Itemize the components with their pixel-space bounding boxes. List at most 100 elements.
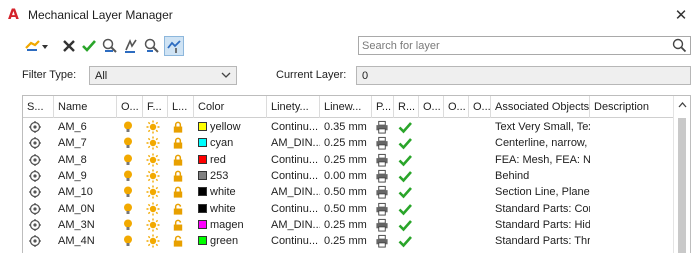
sun-icon[interactable] bbox=[146, 218, 160, 232]
layer-color[interactable]: magen bbox=[194, 217, 267, 234]
new-layer-button[interactable] bbox=[24, 36, 50, 56]
layer-lineweight[interactable]: 0.25 mm bbox=[320, 233, 372, 250]
printer-icon[interactable] bbox=[375, 136, 389, 150]
layer-color[interactable]: white bbox=[194, 201, 267, 218]
checkmark-icon[interactable] bbox=[398, 218, 412, 232]
layer-color[interactable]: green bbox=[194, 233, 267, 250]
column-header[interactable]: F... bbox=[143, 96, 168, 118]
layer-tool-1-button[interactable] bbox=[101, 36, 119, 56]
checkmark-icon[interactable] bbox=[398, 136, 412, 150]
layer-tool-3-button[interactable] bbox=[143, 36, 161, 56]
layer-status-icon[interactable] bbox=[28, 202, 42, 216]
filter-type-select[interactable]: All bbox=[89, 66, 237, 85]
table-row[interactable]: AM_4N green Continu... 0.25 mm Standard Part… bbox=[23, 233, 690, 250]
search-input[interactable] bbox=[362, 39, 662, 52]
layer-linetype[interactable]: AM_DIN... bbox=[267, 184, 320, 201]
checkmark-icon[interactable] bbox=[398, 234, 412, 248]
column-header[interactable]: Linety... bbox=[267, 96, 320, 118]
layer-lineweight[interactable]: 0.50 mm bbox=[320, 201, 372, 218]
column-header[interactable]: L... bbox=[168, 96, 194, 118]
layer-linetype[interactable]: AM_DIN... bbox=[267, 217, 320, 234]
column-header[interactable]: Linew... bbox=[320, 96, 372, 118]
column-header[interactable]: S... bbox=[23, 96, 54, 118]
layer-color[interactable]: white bbox=[194, 184, 267, 201]
layer-status-icon[interactable] bbox=[28, 153, 42, 167]
sun-icon[interactable] bbox=[146, 153, 160, 167]
layer-color[interactable]: red bbox=[194, 152, 267, 169]
layer-status-icon[interactable] bbox=[28, 185, 42, 199]
sun-icon[interactable] bbox=[146, 120, 160, 134]
checkmark-icon[interactable] bbox=[398, 120, 412, 134]
table-row[interactable]: AM_6 yellow Continu... 0.35 mm Text Very Sma… bbox=[23, 119, 690, 136]
column-header[interactable]: O... bbox=[444, 96, 469, 118]
layer-linetype[interactable]: Continu... bbox=[267, 168, 320, 185]
scroll-up-icon[interactable] bbox=[678, 102, 687, 108]
lock-icon[interactable] bbox=[171, 169, 185, 183]
printer-icon[interactable] bbox=[375, 218, 389, 232]
printer-icon[interactable] bbox=[375, 153, 389, 167]
layer-lineweight[interactable]: 0.50 mm bbox=[320, 184, 372, 201]
checkmark-icon[interactable] bbox=[398, 185, 412, 199]
sun-icon[interactable] bbox=[146, 185, 160, 199]
lightbulb-icon[interactable] bbox=[121, 169, 135, 183]
table-row[interactable]: AM_9 253 Continu... 0.00 mm Behind bbox=[23, 168, 690, 185]
delete-layer-button[interactable] bbox=[60, 36, 78, 56]
checkmark-icon[interactable] bbox=[398, 169, 412, 183]
layer-status-icon[interactable] bbox=[28, 120, 42, 134]
lightbulb-icon[interactable] bbox=[121, 136, 135, 150]
printer-icon[interactable] bbox=[375, 202, 389, 216]
layer-color[interactable]: yellow bbox=[194, 119, 267, 136]
column-header[interactable]: R... bbox=[394, 96, 419, 118]
close-button[interactable]: ✕ bbox=[672, 6, 690, 24]
unlock-icon[interactable] bbox=[171, 234, 185, 248]
lightbulb-icon[interactable] bbox=[121, 153, 135, 167]
checkmark-icon[interactable] bbox=[398, 153, 412, 167]
layer-lineweight[interactable]: 0.25 mm bbox=[320, 152, 372, 169]
lock-icon[interactable] bbox=[171, 185, 185, 199]
layer-lineweight[interactable]: 0.25 mm bbox=[320, 217, 372, 234]
column-header[interactable]: O... bbox=[469, 96, 491, 118]
lightbulb-icon[interactable] bbox=[121, 234, 135, 248]
printer-icon[interactable] bbox=[375, 169, 389, 183]
printer-icon[interactable] bbox=[375, 234, 389, 248]
layer-tool-4-button[interactable] bbox=[164, 36, 184, 56]
layer-status-icon[interactable] bbox=[28, 218, 42, 232]
layer-linetype[interactable]: AM_DIN... bbox=[267, 135, 320, 152]
layer-color[interactable]: 253 bbox=[194, 168, 267, 185]
table-row[interactable]: AM_3N magen AM_DIN... 0.25 mm Standard Parts… bbox=[23, 217, 690, 234]
table-row[interactable]: AM_8 red Continu... 0.25 mm FEA: Mesh, FEA: … bbox=[23, 152, 690, 169]
printer-icon[interactable] bbox=[375, 185, 389, 199]
scrollbar-thumb[interactable] bbox=[678, 118, 686, 253]
search-icon[interactable] bbox=[672, 38, 687, 53]
layer-lineweight[interactable]: 0.25 mm bbox=[320, 135, 372, 152]
layer-lineweight[interactable]: 0.00 mm bbox=[320, 168, 372, 185]
checkmark-icon[interactable] bbox=[398, 202, 412, 216]
vertical-scrollbar[interactable] bbox=[673, 96, 690, 253]
printer-icon[interactable] bbox=[375, 120, 389, 134]
layer-color[interactable]: cyan bbox=[194, 135, 267, 152]
unlock-icon[interactable] bbox=[171, 202, 185, 216]
table-row[interactable]: AM_0N white Continu... 0.50 mm Standard Part… bbox=[23, 201, 690, 218]
sun-icon[interactable] bbox=[146, 202, 160, 216]
column-header[interactable]: P... bbox=[372, 96, 394, 118]
sun-icon[interactable] bbox=[146, 169, 160, 183]
column-header[interactable]: Color bbox=[194, 96, 267, 118]
sun-icon[interactable] bbox=[146, 136, 160, 150]
column-header[interactable]: Associated Objects bbox=[491, 96, 590, 118]
layer-linetype[interactable]: Continu... bbox=[267, 233, 320, 250]
column-header[interactable]: O... bbox=[419, 96, 444, 118]
lock-icon[interactable] bbox=[171, 136, 185, 150]
layer-linetype[interactable]: Continu... bbox=[267, 152, 320, 169]
lightbulb-icon[interactable] bbox=[121, 218, 135, 232]
layer-status-icon[interactable] bbox=[28, 234, 42, 248]
layer-linetype[interactable]: Continu... bbox=[267, 201, 320, 218]
layer-status-icon[interactable] bbox=[28, 136, 42, 150]
table-row[interactable]: AM_10 white AM_DIN... 0.50 mm Section Line, … bbox=[23, 184, 690, 201]
set-current-button[interactable] bbox=[80, 36, 98, 56]
column-header[interactable]: O... bbox=[117, 96, 143, 118]
layer-linetype[interactable]: Continu... bbox=[267, 119, 320, 136]
sun-icon[interactable] bbox=[146, 234, 160, 248]
layer-lineweight[interactable]: 0.35 mm bbox=[320, 119, 372, 136]
table-row[interactable]: AM_7 cyan AM_DIN... 0.25 mm Centerline, narr… bbox=[23, 135, 690, 152]
lightbulb-icon[interactable] bbox=[121, 202, 135, 216]
